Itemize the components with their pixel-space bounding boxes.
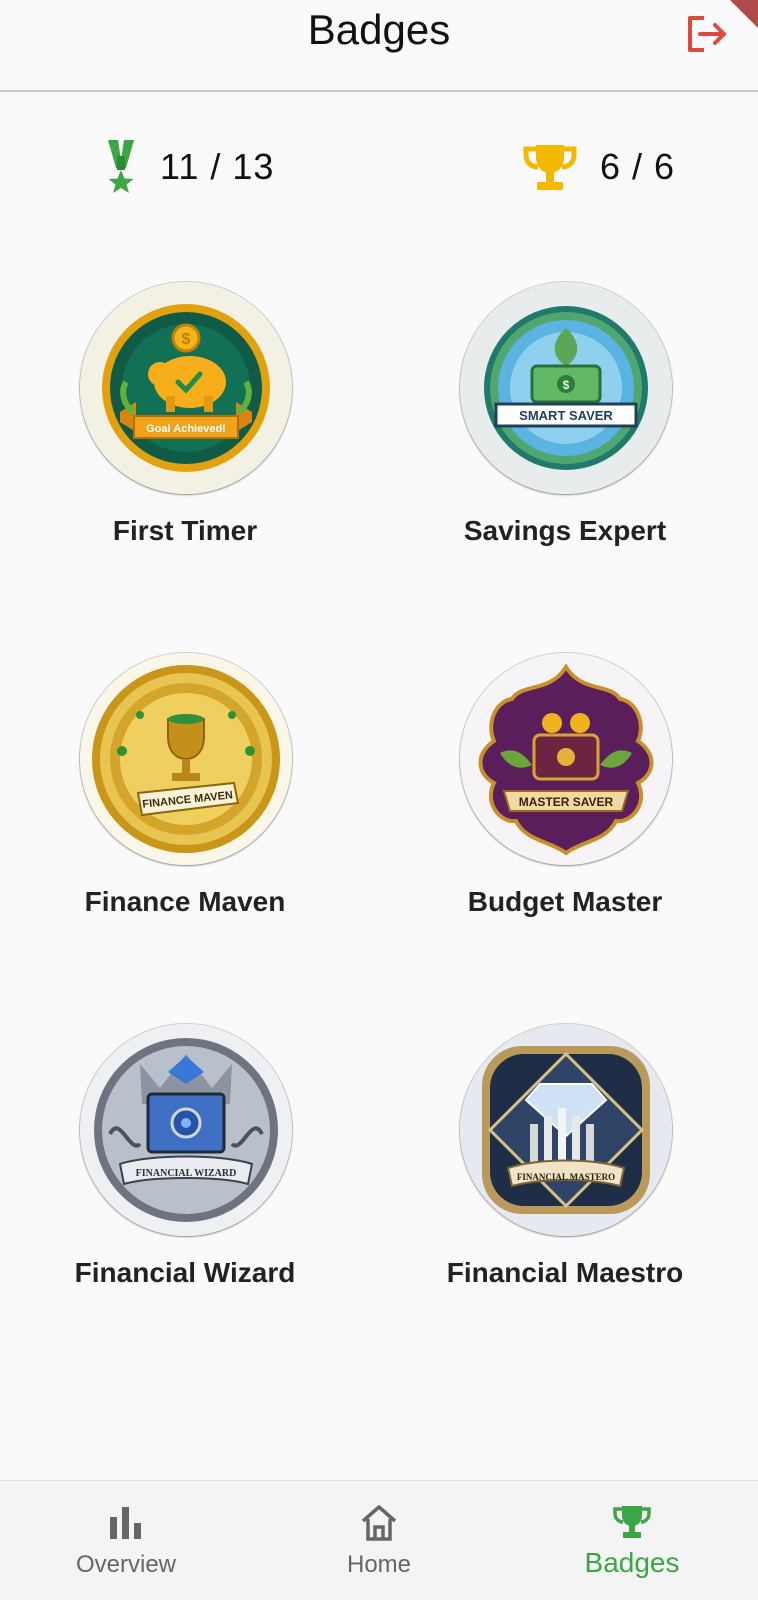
badge-label: Financial Maestro <box>446 1257 684 1288</box>
badge-savings-expert[interactable]: $ SMART SAVER Savings Expert <box>405 282 725 582</box>
badge-image: $ SMART SAVER <box>460 282 672 494</box>
bottom-navigation: Overview Home Badges <box>0 1480 758 1600</box>
badge-label: Finance Maven <box>84 886 286 917</box>
svg-text:$: $ <box>182 331 191 348</box>
app-bar: Badges <box>0 0 758 92</box>
diamond-badge-icon: FINANCIAL MASTERO <box>460 1024 672 1236</box>
badge-image: FINANCIAL WIZARD <box>80 1024 292 1236</box>
trophy-icon <box>613 1506 651 1538</box>
badge-financial-maestro[interactable]: FINANCIAL MASTERO Financial Maestro <box>405 1024 725 1324</box>
badge-finance-maven[interactable]: FINANCE MAVEN Finance Maven <box>25 653 345 953</box>
trophies-count: 6 / 6 <box>522 135 675 199</box>
gold-trophy-badge-icon: FINANCE MAVEN <box>80 653 292 865</box>
badge-first-timer[interactable]: $ Goal Achieved! First Timer <box>25 282 345 582</box>
badge-image: FINANCE MAVEN <box>80 653 292 865</box>
first-timer-banner-text: Goal Achieved! <box>146 423 226 435</box>
trophy-icon <box>523 145 577 190</box>
nav-badges-label: Badges <box>584 1547 680 1578</box>
badge-image: MASTER SAVER <box>460 653 672 865</box>
wallet-badge-icon: $ SMART SAVER <box>460 282 672 494</box>
nav-overview-label: Overview <box>75 1551 177 1578</box>
page-title: Badges <box>307 6 451 53</box>
badge-stats: 11 / 13 6 / 6 <box>0 135 758 199</box>
nav-overview[interactable]: Overview <box>0 1481 252 1600</box>
medal-icon <box>108 140 134 193</box>
badge-financial-wizard[interactable]: FINANCIAL WIZARD Financial Wizard <box>25 1024 345 1324</box>
lotus-wallet-badge-icon: MASTER SAVER <box>460 653 672 865</box>
badge-label: Financial Wizard <box>74 1257 296 1288</box>
badge-label: Savings Expert <box>463 515 667 546</box>
badge-image: FINANCIAL MASTERO <box>460 1024 672 1236</box>
nav-home-label: Home <box>346 1551 412 1578</box>
badges-count-text: 11 / 13 <box>160 146 275 187</box>
silver-safe-badge-icon: FINANCIAL WIZARD <box>80 1024 292 1236</box>
piggy-bank-badge-icon: $ Goal Achieved! <box>80 282 292 494</box>
nav-home[interactable]: Home <box>253 1481 505 1600</box>
debug-ribbon <box>730 0 758 28</box>
svg-text:$: $ <box>563 378 570 392</box>
financial-wizard-banner-text: FINANCIAL WIZARD <box>136 1168 237 1179</box>
savings-expert-banner-text: SMART SAVER <box>519 408 613 423</box>
badges-count: 11 / 13 <box>104 135 274 199</box>
budget-master-banner-text: MASTER SAVER <box>519 795 614 809</box>
badge-budget-master[interactable]: MASTER SAVER Budget Master <box>405 653 725 953</box>
badge-label: Budget Master <box>467 886 663 917</box>
badge-image: $ Goal Achieved! <box>80 282 292 494</box>
logout-button[interactable] <box>684 14 732 54</box>
badge-label: First Timer <box>112 515 258 546</box>
trophies-count-text: 6 / 6 <box>600 146 676 187</box>
nav-badges[interactable]: Badges <box>506 1481 758 1600</box>
financial-maestro-banner-text: FINANCIAL MASTERO <box>517 1172 615 1182</box>
logout-icon <box>688 16 726 52</box>
bar-chart-icon <box>110 1507 141 1539</box>
home-icon <box>361 1505 397 1541</box>
